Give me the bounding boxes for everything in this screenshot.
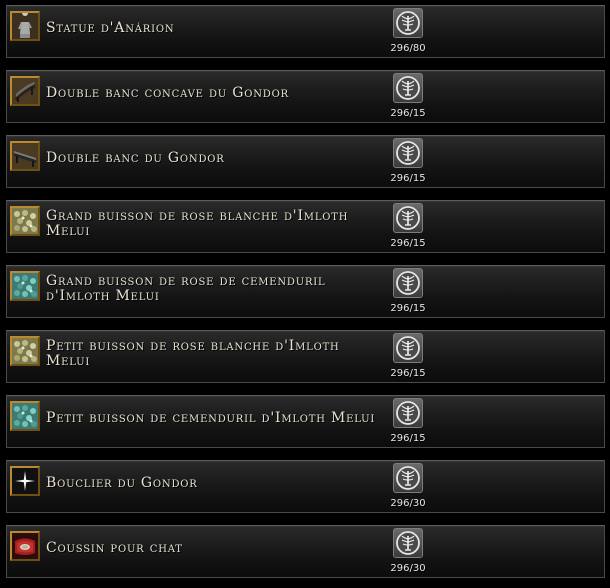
item-cost: 296/15 [390, 433, 426, 444]
vendor-item-row-petit-buisson-de-cemenduril-d-imloth-melui[interactable]: Petit buisson de cemenduril d'Imloth Mel… [6, 395, 605, 448]
vendor-item-row-bouclier-du-gondor[interactable]: Bouclier du Gondor 296/30 [6, 460, 605, 513]
white-rose-bush-icon[interactable] [10, 336, 40, 366]
item-name: Grand buisson de rose de cemenduril d'Im… [46, 273, 326, 304]
vendor-item-row-petit-buisson-de-rose-blanche-d-imloth-melui[interactable]: Petit buisson de rose blanche d'Imloth M… [6, 330, 605, 383]
item-name: Grand buisson de rose blanche d'Imloth M… [46, 208, 349, 239]
item-cost: 296/30 [390, 498, 426, 509]
vendor-item-list: Statue d'Anárion 296/80 Double banc concav… [0, 0, 610, 588]
vendor-item-row-coussin-pour-chat[interactable]: Coussin pour chat 296/30 [6, 525, 605, 578]
item-cost: 296/15 [390, 238, 426, 249]
white-tree-token-icon [393, 8, 423, 38]
white-tree-token-icon [393, 203, 423, 233]
item-cost: 296/80 [390, 43, 426, 54]
white-tree-token-icon [393, 398, 423, 428]
item-cost: 296/15 [390, 303, 426, 314]
white-tree-token-icon [393, 138, 423, 168]
vendor-item-row-statue-d-anarion[interactable]: Statue d'Anárion 296/80 [6, 5, 605, 58]
vendor-item-row-double-banc-concave-du-gondor[interactable]: Double banc concave du Gondor 296/15 [6, 70, 605, 123]
vendor-item-row-grand-buisson-de-rose-blanche-d-imloth-melui[interactable]: Grand buisson de rose blanche d'Imloth M… [6, 200, 605, 253]
bench-icon[interactable] [10, 141, 40, 171]
vendor-item-row-double-banc-du-gondor[interactable]: Double banc du Gondor 296/15 [6, 135, 605, 188]
white-tree-token-icon [393, 73, 423, 103]
curved-bench-icon[interactable] [10, 76, 40, 106]
white-tree-token-icon [393, 463, 423, 493]
item-cost: 296/30 [390, 563, 426, 574]
white-rose-bush-icon[interactable] [10, 206, 40, 236]
item-name: Statue d'Anárion [46, 20, 175, 36]
item-cost: 296/15 [390, 108, 426, 119]
statue-icon[interactable] [10, 11, 40, 41]
white-tree-token-icon [393, 528, 423, 558]
item-name: Double banc concave du Gondor [46, 85, 289, 101]
item-cost: 296/15 [390, 368, 426, 379]
item-name: Bouclier du Gondor [46, 475, 198, 491]
cemenduril-rose-bush-icon[interactable] [10, 271, 40, 301]
cushion-icon[interactable] [10, 531, 40, 561]
white-tree-token-icon [393, 333, 423, 363]
item-name: Coussin pour chat [46, 540, 183, 556]
shield-icon[interactable] [10, 466, 40, 496]
white-tree-token-icon [393, 268, 423, 298]
item-name: Petit buisson de cemenduril d'Imloth Mel… [46, 410, 376, 426]
item-name: Double banc du Gondor [46, 150, 225, 166]
vendor-item-row-grand-buisson-de-rose-de-cemenduril-d-imloth-melui[interactable]: Grand buisson de rose de cemenduril d'Im… [6, 265, 605, 318]
cemenduril-rose-bush-icon[interactable] [10, 401, 40, 431]
item-cost: 296/15 [390, 173, 426, 184]
item-name: Petit buisson de rose blanche d'Imloth M… [46, 338, 340, 369]
